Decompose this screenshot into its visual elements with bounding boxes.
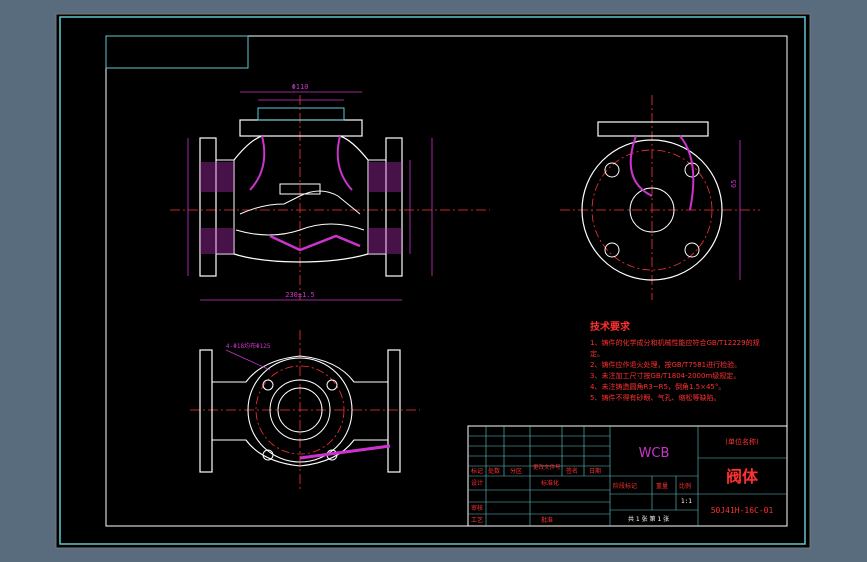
label-zone: 分区 [510, 467, 522, 475]
tech-req-line-3: 2、铸件应作退火处理，按GB/T7581进行检验。 [590, 360, 741, 369]
label-standard: 标准化 [541, 479, 559, 487]
material: WCB [639, 446, 670, 461]
cad-drawing: 230±1.5 Φ110 65 4-Φ18均布Φ125 技术要求 1、铸件的化学… [55, 13, 811, 549]
label-review: 审核 [471, 504, 483, 512]
unit-name: (单位名称) [725, 437, 759, 446]
sheet-info: 共 1 张 第 1 张 [628, 515, 669, 523]
tech-req-line-1: 1、铸件的化学成分和机械性能应符合GB/T12229的规 [590, 338, 760, 347]
label-count: 处数 [488, 467, 500, 475]
left-hatch-top [200, 162, 234, 192]
tech-req-line-6: 5、铸件不得有砂眼、气孔、缩松等缺陷。 [590, 393, 720, 402]
label-design: 设计 [471, 479, 483, 487]
scale-value: 1:1 [681, 498, 692, 505]
label-approve: 批准 [541, 516, 553, 524]
top-bolt-note: 4-Φ18均布Φ125 [226, 342, 271, 350]
right-hatch-bottom [368, 228, 402, 254]
label-stage: 阶段标记 [613, 482, 637, 490]
label-weight: 重量 [656, 482, 668, 490]
part-name: 阀体 [726, 467, 759, 486]
tech-req-line-4: 3、未注加工尺寸按GB/T1804-2000m级规定。 [590, 371, 740, 380]
drawing-background [55, 13, 811, 549]
label-date: 日期 [589, 467, 601, 475]
label-scale: 比例 [679, 482, 691, 490]
right-hatch-top [368, 162, 402, 192]
dim-length: 230±1.5 [285, 291, 315, 299]
label-sign: 签名 [566, 467, 578, 475]
label-change-doc: 更改文件号 [533, 463, 561, 471]
drawing-number: 50J41H-16C-01 [711, 506, 774, 515]
label-process: 工艺 [471, 516, 483, 524]
side-dim-text: 65 [730, 180, 738, 188]
tech-req-line-2: 定。 [590, 349, 604, 358]
left-hatch-bottom [200, 228, 234, 254]
tech-req-title: 技术要求 [590, 320, 631, 333]
tech-req-line-5: 4、未注铸造圆角R3~R5，倒角1.5×45°。 [590, 382, 725, 391]
label-mark: 标记 [471, 467, 483, 475]
dim-top-width: Φ110 [292, 83, 309, 91]
